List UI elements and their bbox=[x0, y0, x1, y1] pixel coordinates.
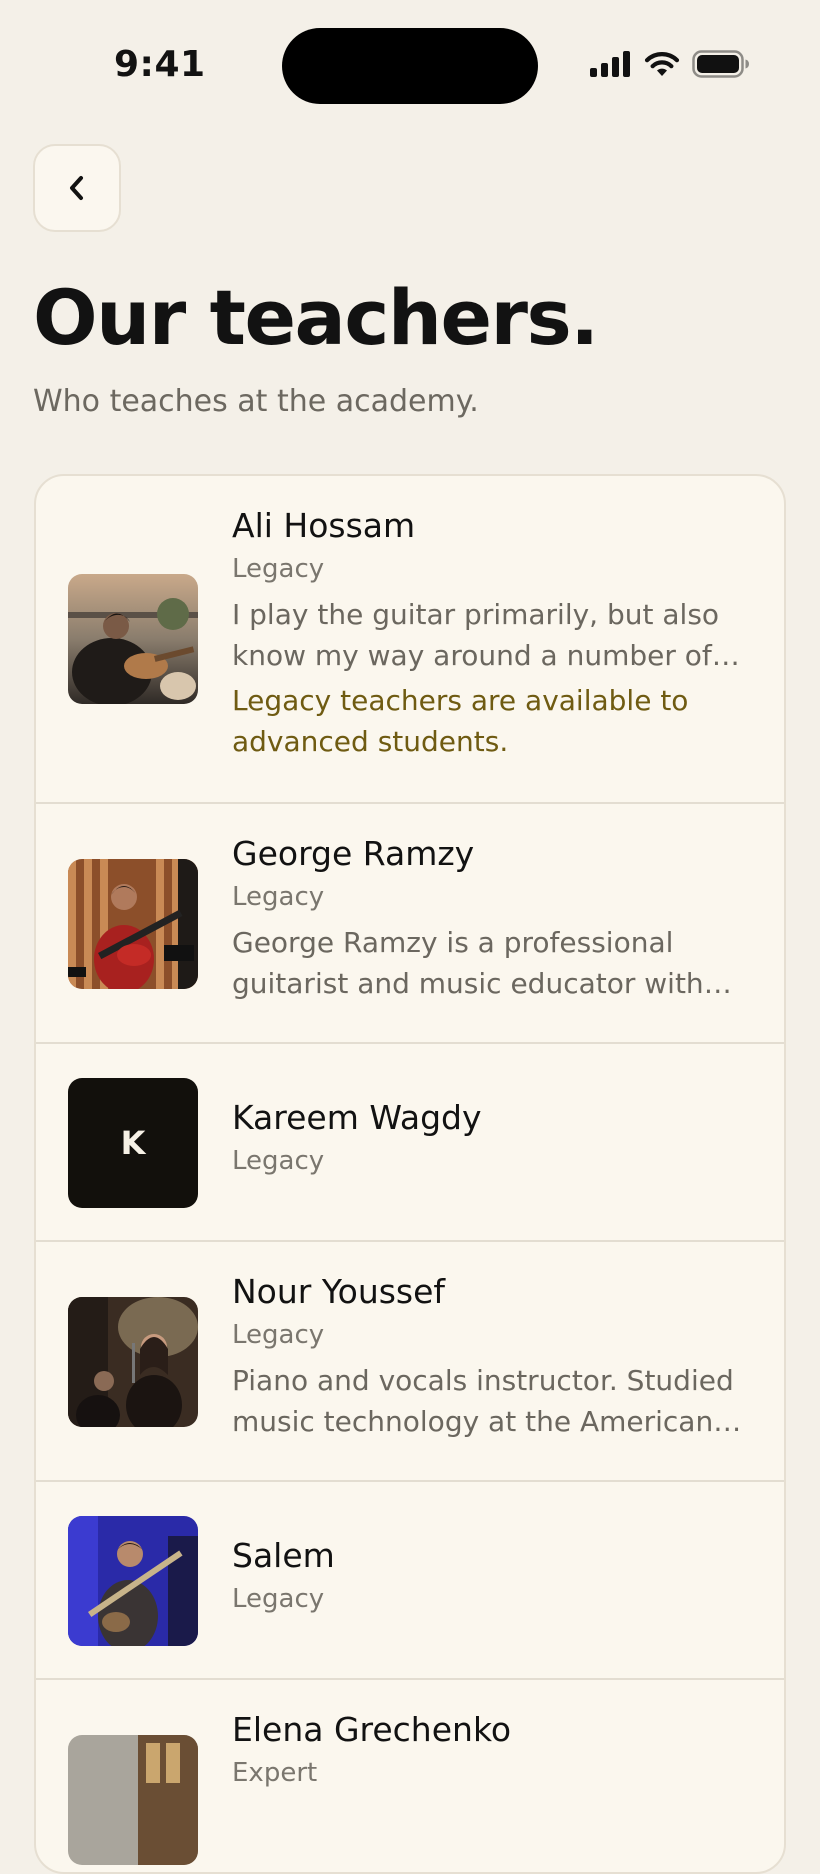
teacher-card[interactable]: K Kareem Wagdy Legacy bbox=[36, 1044, 784, 1242]
teacher-tier: Legacy bbox=[232, 1584, 325, 1614]
teacher-tier: Legacy bbox=[232, 1146, 325, 1176]
back-button[interactable] bbox=[33, 144, 121, 232]
teacher-card[interactable]: Salem Legacy bbox=[36, 1482, 784, 1680]
status-time: 9:41 bbox=[114, 44, 206, 85]
status-icons bbox=[590, 50, 750, 78]
teacher-card[interactable]: Nour Youssef Legacy Piano and vocals ins… bbox=[36, 1242, 784, 1482]
teacher-name: George Ramzy bbox=[232, 834, 475, 873]
teacher-bio: George Ramzy is a professional guitarist… bbox=[232, 926, 704, 1000]
teacher-avatar-initial: K bbox=[68, 1078, 198, 1208]
chevron-left-icon bbox=[70, 176, 83, 200]
teacher-photo bbox=[68, 1516, 198, 1646]
teacher-card[interactable]: Elena Grechenko Expert bbox=[36, 1680, 784, 1872]
teacher-card[interactable]: George Ramzy Legacy George Ramzy is a pr… bbox=[36, 804, 784, 1044]
teacher-photo bbox=[68, 1735, 198, 1865]
status-bar: 9:41 bbox=[0, 0, 820, 140]
teacher-tier: Legacy bbox=[232, 554, 325, 584]
teacher-photo bbox=[68, 859, 198, 989]
teacher-availability-note: Legacy teachers are available to advance… bbox=[232, 684, 689, 758]
teacher-tier: Expert bbox=[232, 1758, 318, 1788]
battery-icon bbox=[692, 50, 749, 78]
wifi-icon bbox=[644, 51, 680, 76]
teacher-name: Elena Grechenko bbox=[232, 1710, 512, 1749]
teacher-name: Salem bbox=[232, 1536, 335, 1575]
page-subtitle: Who teaches at the academy. bbox=[33, 384, 479, 419]
cellular-signal-icon bbox=[590, 51, 630, 77]
teacher-name: Nour Youssef bbox=[232, 1272, 446, 1311]
teacher-bio: Piano and vocals instructor. Studied mus… bbox=[232, 1364, 742, 1438]
teacher-card[interactable]: Ali Hossam Legacy I play the guitar prim… bbox=[36, 476, 784, 804]
teacher-name: Ali Hossam bbox=[232, 506, 416, 545]
teacher-name: Kareem Wagdy bbox=[232, 1098, 482, 1137]
teacher-list: Ali Hossam Legacy I play the guitar prim… bbox=[34, 474, 786, 1874]
dynamic-island bbox=[282, 28, 538, 104]
teacher-photo bbox=[68, 1297, 198, 1427]
avatar-initial: K bbox=[120, 1124, 146, 1162]
teacher-tier: Legacy bbox=[232, 1320, 325, 1350]
teacher-photo bbox=[68, 574, 198, 704]
teacher-tier: Legacy bbox=[232, 882, 325, 912]
page-title: Our teachers. bbox=[33, 273, 599, 362]
teacher-bio: I play the guitar primarily, but also kn… bbox=[232, 598, 720, 672]
